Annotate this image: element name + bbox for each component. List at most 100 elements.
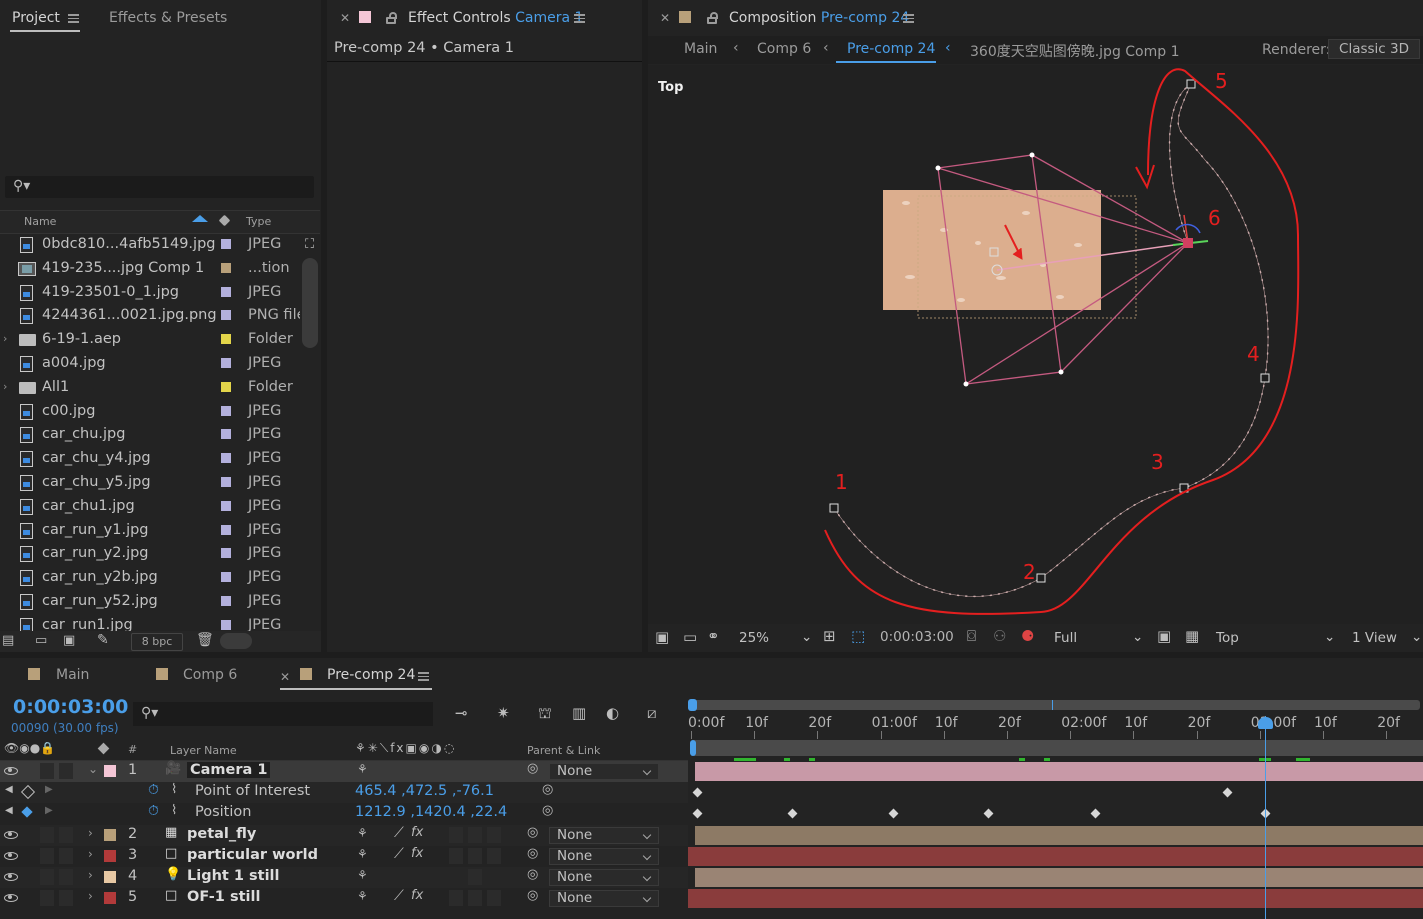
snapshot-icon[interactable]: ⌼ — [967, 627, 976, 645]
graph-editor-icon[interactable]: ⧄ — [647, 704, 657, 722]
frame-blending-icon[interactable]: ▥ — [572, 704, 586, 722]
breadcrumb-comp6[interactable]: Comp 6 — [757, 41, 811, 57]
label-color-swatch[interactable] — [221, 524, 231, 535]
close-icon[interactable]: ✕ — [660, 11, 670, 25]
expand-arrow-icon[interactable]: › — [3, 332, 7, 345]
label-color-swatch[interactable] — [221, 334, 231, 345]
composition-mini-flowchart-icon[interactable]: ⊸ — [455, 704, 468, 722]
interpret-footage-icon[interactable]: ▤ — [2, 633, 14, 648]
fast-previews-icon[interactable]: ▣ — [1157, 627, 1171, 645]
label-color-swatch[interactable] — [221, 596, 231, 606]
project-item[interactable]: car_run_y2.jpg JPEG — [0, 542, 300, 566]
toggle-transparency-grid-icon[interactable]: ▦ — [1185, 627, 1199, 645]
menu-icon[interactable] — [418, 672, 429, 681]
motion-blur-icon[interactable]: ◐ — [606, 704, 619, 722]
breadcrumb-main[interactable]: Main — [684, 41, 717, 57]
trash-icon[interactable]: 🗑 — [196, 632, 214, 648]
effect-controls-tab[interactable]: Effect Controls Camera 1 — [408, 10, 583, 26]
label-color-swatch[interactable] — [221, 358, 231, 368]
search-field[interactable]: ⚲▾ — [5, 176, 314, 198]
lock-icon[interactable] — [386, 12, 397, 24]
layer-duration-bar[interactable] — [688, 846, 1423, 866]
current-time-field[interactable]: 0:00:03:00 — [880, 629, 962, 645]
layout-select[interactable]: 1 View ⌄ — [1348, 628, 1423, 648]
always-preview-icon[interactable]: ▣ — [655, 628, 669, 646]
breadcrumb-precomp24[interactable]: Pre-comp 24 — [847, 41, 935, 57]
label-color-swatch[interactable] — [221, 310, 231, 321]
draft-3d-icon[interactable]: ✷ — [497, 704, 510, 722]
project-item[interactable]: › All1 Folder — [0, 376, 300, 400]
project-item[interactable]: car_run_y52.jpg JPEG — [0, 590, 300, 614]
bit-depth-button[interactable]: 8 bpc — [131, 633, 183, 651]
project-item[interactable]: 4244361...0021.jpg.png PNG file — [0, 304, 300, 328]
label-color-swatch[interactable] — [221, 381, 231, 392]
project-item[interactable]: a004.jpg JPEG — [0, 352, 300, 376]
label-color-swatch[interactable] — [221, 239, 231, 249]
monitor-icon[interactable]: ▭ — [683, 628, 697, 646]
project-item[interactable]: › 6-19-1.aep Folder — [0, 328, 300, 352]
label-color-swatch[interactable] — [221, 619, 231, 630]
column-type[interactable]: Type — [246, 215, 271, 228]
tab-effects-presets[interactable]: Effects & Presets — [109, 10, 227, 26]
composition-viewer[interactable]: Top 1 2 3 4 5 6 — [648, 65, 1423, 624]
label-color-swatch[interactable] — [221, 572, 231, 583]
mask-visibility-icon[interactable]: ⚭ — [707, 627, 720, 645]
label-color-swatch[interactable] — [221, 477, 231, 487]
zoom-select[interactable]: 25% ⌄ — [735, 628, 815, 648]
layer-search-field[interactable]: ⚲▾ — [133, 702, 433, 726]
breadcrumb-sky-comp[interactable]: 360度天空贴图傍晚.jpg Comp 1 — [970, 41, 1180, 61]
tab-project[interactable]: Project — [12, 10, 60, 26]
project-item[interactable]: 419-23501-0_1.jpg JPEG — [0, 281, 300, 305]
footer-scroll[interactable] — [220, 633, 252, 649]
new-folder-icon[interactable]: ▭ — [35, 633, 47, 648]
project-item[interactable]: c00.jpg JPEG — [0, 400, 300, 424]
label-color-swatch[interactable] — [221, 262, 231, 273]
resolution-select[interactable]: Full ⌄ — [1048, 628, 1144, 648]
channel-icon[interactable]: ⚈ — [1021, 627, 1034, 645]
lock-icon[interactable] — [707, 12, 718, 24]
label-color-swatch[interactable] — [221, 286, 231, 297]
layer-duration-bar[interactable] — [695, 825, 1423, 845]
current-time-indicator-head[interactable] — [1258, 717, 1273, 729]
project-item[interactable]: car_chu_y4.jpg JPEG — [0, 447, 300, 471]
current-timecode[interactable]: 0:00:03:00 — [13, 696, 128, 718]
layer-duration-bar[interactable] — [688, 889, 1423, 909]
project-item[interactable]: car_run_y2b.jpg JPEG — [0, 566, 300, 590]
tab-comp6[interactable]: Comp 6 — [183, 667, 237, 683]
tab-precomp24[interactable]: Pre-comp 24 — [327, 667, 415, 683]
region-of-interest-icon[interactable]: ⊞ — [823, 627, 836, 645]
transparency-grid-icon[interactable]: ⬚ — [851, 627, 865, 645]
column-name[interactable]: Name — [24, 215, 56, 228]
work-area-start[interactable] — [690, 740, 696, 756]
label-color-swatch[interactable] — [221, 548, 231, 559]
time-ruler[interactable]: 0:00f 10f 20f 01:00f 10f 20f 02:00f 10f 20f 03:00… — [688, 713, 1423, 739]
tab-main[interactable]: Main — [56, 667, 89, 683]
layer-name-header[interactable]: Layer Name — [170, 744, 237, 757]
project-item[interactable]: car_chu1.jpg JPEG — [0, 495, 300, 519]
composition-tab[interactable]: Composition Pre-comp 24 — [729, 10, 909, 26]
project-item[interactable]: car_chu.jpg JPEG — [0, 423, 300, 447]
project-item[interactable]: 0bdc810...4afb5149.jpg JPEG — [0, 233, 300, 257]
project-item[interactable]: car_run1.jpg JPEG — [0, 614, 300, 631]
project-item[interactable]: car_chu_y5.jpg JPEG — [0, 471, 300, 495]
label-color-swatch[interactable] — [221, 453, 231, 464]
navigator-start[interactable] — [688, 699, 697, 711]
expand-arrow-icon[interactable]: › — [3, 380, 7, 393]
flowchart-icon[interactable]: ⛶ — [305, 237, 314, 252]
work-area-bar[interactable] — [694, 740, 1423, 756]
menu-icon[interactable] — [68, 14, 79, 23]
menu-icon[interactable] — [574, 14, 585, 23]
project-settings-icon[interactable]: ✎ — [97, 632, 109, 648]
parent-link-header[interactable]: Parent & Link — [527, 744, 600, 757]
project-scrollbar[interactable] — [302, 258, 318, 348]
label-color-swatch[interactable] — [221, 405, 231, 416]
shy-layers-icon[interactable]: ⛫ — [538, 704, 552, 724]
close-icon[interactable]: ✕ — [280, 670, 290, 684]
current-time-indicator[interactable] — [1265, 716, 1266, 919]
label-color-swatch[interactable] — [221, 429, 231, 440]
menu-icon[interactable] — [903, 14, 914, 23]
time-navigator[interactable] — [688, 699, 1420, 711]
close-icon[interactable]: ✕ — [340, 11, 350, 25]
project-item[interactable]: 419-235....jpg Comp 1 ...tion — [0, 257, 300, 281]
show-snapshot-icon[interactable]: ⚇ — [993, 627, 1006, 645]
